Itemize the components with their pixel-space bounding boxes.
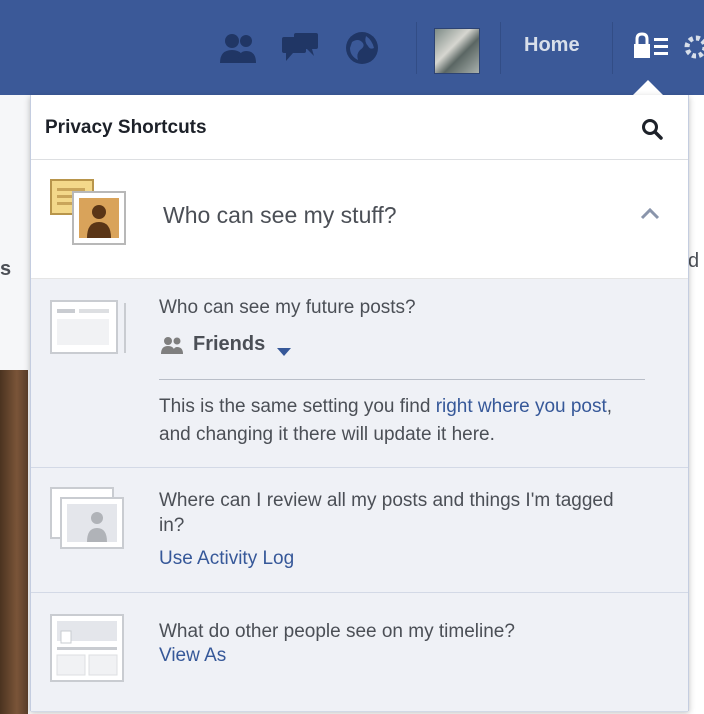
search-icon[interactable] bbox=[640, 117, 664, 141]
background-text-fragment: d bbox=[688, 250, 700, 272]
profile-avatar[interactable] bbox=[434, 28, 480, 74]
use-activity-log-link[interactable]: Use Activity Log bbox=[159, 548, 294, 570]
messages-icon[interactable] bbox=[280, 28, 320, 68]
shared-items-icon bbox=[49, 178, 129, 248]
right-where-you-post-link[interactable]: right where you post bbox=[436, 396, 607, 417]
view-as-link[interactable]: View As bbox=[159, 645, 226, 667]
setting-note: This is the same setting you find right … bbox=[159, 393, 649, 449]
chevron-up-icon[interactable] bbox=[640, 206, 660, 220]
topbar-separator bbox=[416, 22, 417, 74]
friends-icon bbox=[159, 335, 185, 355]
topbar-separator bbox=[500, 22, 501, 74]
topbar-separator bbox=[612, 22, 613, 74]
timeline-preview-icon bbox=[49, 613, 127, 682]
background-photo bbox=[0, 370, 28, 714]
screenshot-frame: Home s d Privacy Shortcuts Who can see m… bbox=[0, 0, 704, 714]
caret-down-icon bbox=[277, 340, 292, 356]
section-title: Who can see my stuff? bbox=[163, 202, 397, 228]
section-who-can-see-my-stuff[interactable]: Who can see my stuff? bbox=[31, 160, 688, 279]
panel-header: Privacy Shortcuts bbox=[31, 95, 688, 160]
panel-title: Privacy Shortcuts bbox=[45, 117, 207, 138]
top-nav-bar: Home bbox=[0, 0, 704, 95]
privacy-shortcuts-lock-icon[interactable] bbox=[632, 32, 672, 62]
future-posts-setting: Who can see my future posts? Friends Thi… bbox=[31, 279, 688, 468]
notifications-globe-icon[interactable] bbox=[342, 28, 382, 68]
background-page-right bbox=[688, 95, 704, 714]
post-composer-icon bbox=[49, 297, 127, 359]
activity-log-question: Where can I review all my posts and thin… bbox=[159, 490, 614, 536]
dropdown-caret bbox=[632, 80, 664, 96]
friend-requests-icon[interactable] bbox=[218, 28, 258, 68]
view-as-question: What do other people see on my timeline? bbox=[159, 621, 515, 642]
view-as-setting: What do other people see on my timeline?… bbox=[31, 593, 688, 712]
settings-gear-icon[interactable] bbox=[682, 32, 704, 62]
audience-selector[interactable]: Friends bbox=[159, 333, 292, 356]
activity-log-setting: Where can I review all my posts and thin… bbox=[31, 468, 688, 593]
activity-log-icon bbox=[49, 486, 127, 549]
divider bbox=[159, 379, 645, 380]
privacy-shortcuts-panel: Privacy Shortcuts Who can see my stuff? … bbox=[30, 95, 689, 712]
home-link[interactable]: Home bbox=[524, 34, 580, 57]
note-text: This is the same setting you find bbox=[159, 396, 436, 417]
audience-label: Friends bbox=[193, 333, 266, 355]
background-text-fragment: s bbox=[0, 258, 12, 280]
future-posts-question: Who can see my future posts? bbox=[159, 297, 416, 318]
jewel-icons bbox=[218, 24, 404, 72]
